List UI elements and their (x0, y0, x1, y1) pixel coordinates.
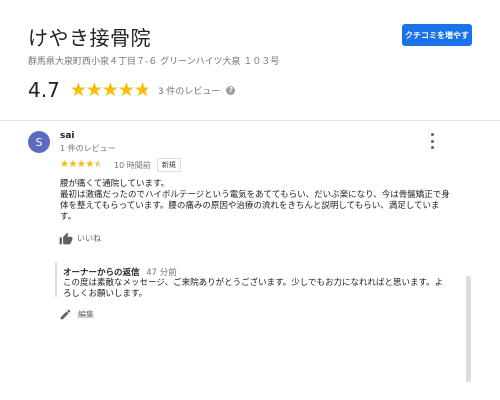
review-count[interactable]: 3 件のレビュー (158, 84, 221, 97)
pencil-icon (60, 309, 71, 320)
reviewer-name[interactable]: sai (60, 131, 75, 141)
owner-reply-line: この度は素敵なメッセージ、ご来院ありがとうございます。少しでもお力になれればと思… (63, 278, 444, 288)
owner-reply-title: オーナーからの返信 (63, 268, 140, 278)
owner-reply-time: 47 分前 (146, 268, 177, 278)
avatar[interactable]: S (28, 131, 50, 153)
scrollbar[interactable] (466, 276, 471, 382)
new-badge: 新規 (156, 158, 181, 172)
owner-reply-body: この度は素敵なメッセージ、ご来院ありがとうございます。少しでもお力になれればと思… (63, 278, 463, 300)
review-time: 10 時間前 (114, 160, 151, 170)
review-stars-filled: ★★★★★ (60, 160, 99, 170)
average-rating: 4.7 (28, 78, 60, 102)
average-stars-filled: ★★★★★ (69, 80, 147, 100)
edit-label: 編集 (78, 310, 94, 319)
business-name: けやき接骨院 (28, 26, 151, 50)
review-rating-row: ★★★★★ ★★★★★ 10 時間前 新規 (60, 158, 181, 172)
reviewer-meta: 1 件のレビュー (60, 144, 116, 153)
average-stars: ★★★★★ ★★★★★ (69, 80, 152, 100)
more-vertical-icon[interactable] (426, 133, 438, 149)
like-label: いいね (77, 234, 101, 243)
edit-reply-button[interactable]: 編集 (59, 308, 94, 321)
owner-reply: オーナーからの返信 47 分前 この度は素敵なメッセージ、ご来院ありがとうござい… (55, 262, 477, 300)
review-line: 体を整えてもらっています。腰の痛みの原因や治療の流れをきちんと説明してもらい、満… (60, 201, 440, 211)
like-button[interactable]: いいね (59, 232, 101, 245)
rating-summary: 4.7 ★★★★★ ★★★★★ 3 件のレビュー ? (28, 78, 236, 102)
business-address: 群馬県大泉町西小泉４丁目７-６ グリーンハイツ大泉 １０３号 (28, 57, 280, 67)
review-line: 最初は激痛だったのでハイボルテージという電気をあててもらい、だいぶ楽になり、今は… (60, 190, 450, 200)
owner-reply-header: オーナーからの返信 47 分前 (63, 266, 177, 278)
help-icon[interactable]: ? (226, 85, 236, 95)
thumbs-up-icon (59, 232, 73, 245)
divider (0, 120, 500, 121)
review-line: 腰が痛くて通院しています。 (60, 179, 170, 189)
review-stars: ★★★★★ ★★★★★ (60, 160, 108, 170)
add-review-button[interactable]: クチコミを増やす (402, 24, 472, 46)
review-body: 腰が痛くて通院しています。 最初は激痛だったのでハイボルテージという電気をあてて… (60, 179, 460, 223)
review-line: す。 (60, 212, 77, 222)
owner-reply-line: ろしくお願いします。 (63, 289, 148, 299)
